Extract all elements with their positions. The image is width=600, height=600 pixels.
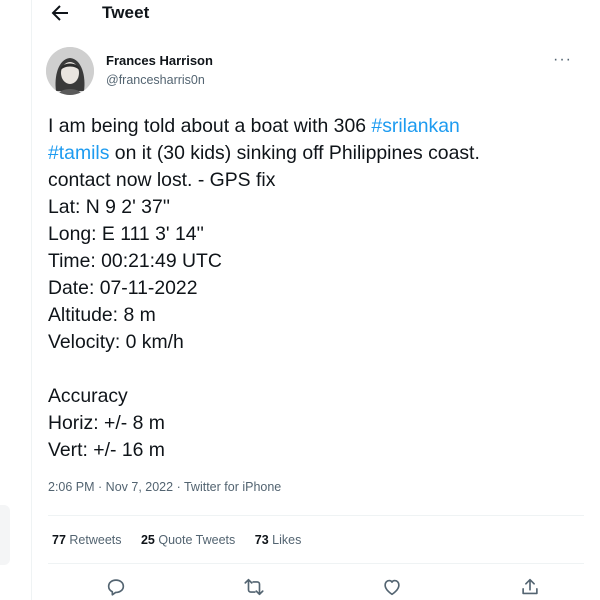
quote-tweets-count: 25 — [140, 533, 155, 547]
tweet-meta: 2:06 PM · Nov 7, 2022 · Twitter for iPho… — [48, 480, 281, 494]
author-handle[interactable]: @francesharris0n — [106, 73, 205, 87]
tweet-line: Date: 07-11-2022 — [48, 277, 198, 299]
author-name[interactable]: Frances Harrison — [106, 53, 213, 68]
tweet-line: Lat: N 9 2' 37'' — [48, 196, 171, 218]
retweets-count: 77 — [52, 533, 66, 547]
header: Tweet — [32, 0, 600, 30]
avatar-photo — [46, 47, 94, 95]
retweets-stat[interactable]: 77 Retweets — [52, 533, 122, 547]
divider — [48, 563, 584, 564]
tweet-date[interactable]: Nov 7, 2022 — [106, 480, 173, 494]
tweet-line: Altitude: 8 m — [48, 304, 156, 326]
page-title: Tweet — [102, 3, 150, 22]
tweet-line: Long: E 111 3' 14'' — [48, 223, 204, 245]
meta-separator: · — [173, 480, 184, 494]
arrow-left-icon[interactable] — [48, 1, 72, 25]
likes-count: 73 — [254, 533, 269, 547]
quote-tweets-label: Quote Tweets — [158, 533, 236, 547]
likes-stat[interactable]: 73 Likes — [255, 533, 302, 547]
reply-icon[interactable] — [105, 576, 127, 598]
tweet-time[interactable]: 2:06 PM — [48, 480, 95, 494]
meta-separator: · — [94, 480, 106, 494]
left-gutter — [0, 0, 32, 600]
gutter-shade — [0, 505, 10, 565]
tweet-source[interactable]: Twitter for iPhone — [184, 480, 281, 494]
likes-label: Likes — [272, 533, 302, 547]
tweet-line: I am being told about a boat with 306 #s… — [48, 113, 588, 140]
tweet-line: Accuracy — [48, 385, 128, 407]
divider — [48, 515, 584, 516]
tweet-text-segment: I am being told about a boat with 306 — [48, 115, 372, 137]
tweet-stats: 77 Retweets 25 Quote Tweets 73 Likes — [52, 533, 317, 547]
tweet-text: I am being told about a boat with 306 #s… — [48, 113, 588, 464]
retweets-label: Retweets — [69, 533, 122, 547]
hashtag-link[interactable]: #srilankan — [371, 115, 459, 137]
like-icon[interactable] — [381, 576, 403, 598]
hashtag-link[interactable]: #tamils — [48, 142, 109, 164]
tweet-author: Frances Harrison @francesharris0n ··· — [46, 47, 586, 99]
share-icon[interactable] — [519, 576, 541, 598]
tweet-line: Vert: +/- 16 m — [48, 439, 165, 461]
tweet-line: Velocity: 0 km/h — [48, 331, 184, 353]
avatar[interactable] — [46, 47, 94, 95]
tweet-line: contact now lost. - GPS fix — [48, 169, 276, 191]
tweet-line: #tamils on it (30 kids) sinking off Phil… — [48, 140, 588, 167]
quote-tweets-stat[interactable]: 25 Quote Tweets — [141, 533, 235, 547]
tweet-column: Tweet Frances Harrison @francesharris0n … — [32, 0, 600, 600]
tweet-actions — [32, 576, 600, 600]
retweet-icon[interactable] — [243, 576, 265, 598]
tweet-line: Time: 00:21:49 UTC — [48, 250, 222, 272]
tweet-line: Horiz: +/- 8 m — [48, 412, 165, 434]
more-dots-icon[interactable]: ··· — [553, 51, 572, 69]
tweet-text-segment: on it (30 kids) sinking off Philippines … — [109, 142, 480, 164]
